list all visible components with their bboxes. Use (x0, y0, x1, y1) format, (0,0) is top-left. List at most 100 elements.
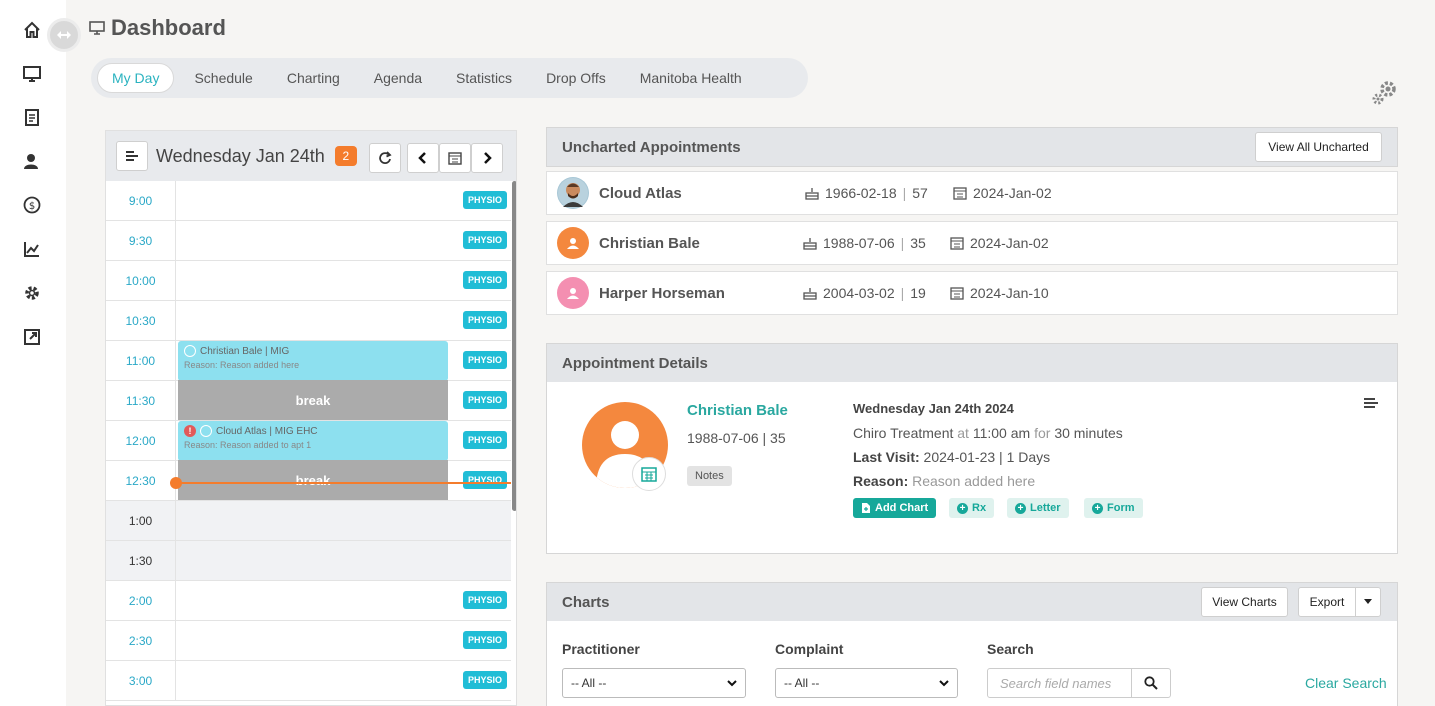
view-charts-button[interactable]: View Charts (1201, 587, 1288, 617)
caret-down-icon (1364, 599, 1372, 604)
letter-button[interactable]: + Letter (1007, 498, 1069, 518)
uncharted-row[interactable]: Cloud Atlas 1966-02-18 | 57 2024-Jan-02 (546, 171, 1398, 215)
appointment-block[interactable]: ! Cloud Atlas | MIG EHC Reason: Reason ad… (178, 421, 448, 461)
slot-time: 3:00 (106, 661, 176, 700)
refresh-button[interactable] (369, 143, 401, 173)
cake-icon (803, 288, 817, 300)
date-value: 2024-Jan-02 (970, 235, 1049, 251)
monitor-icon (89, 21, 105, 35)
tab-manitoba-health[interactable]: Manitoba Health (626, 64, 756, 92)
physio-tag: PHYSIO (462, 311, 507, 329)
physio-tag: PHYSIO (462, 471, 507, 489)
plus-circle-icon: + (1015, 502, 1026, 514)
home-icon[interactable] (22, 20, 42, 40)
slot-time: 2:30 (106, 621, 176, 660)
uncharted-row[interactable]: Harper Horseman 2004-03-02 | 19 2024-Jan-1… (546, 271, 1398, 315)
clipboard-icon[interactable] (22, 107, 42, 127)
user-icon (567, 288, 579, 299)
left-rail: $ (0, 0, 66, 706)
appointment-summary: Chiro Treatment at 11:00 am for 30 minut… (853, 425, 1123, 441)
appointment-date: 2024-Jan-02 (950, 235, 1049, 251)
time-slot[interactable]: 3:00 PHYSIO (106, 661, 511, 701)
chevron-down-icon (939, 679, 949, 686)
avatar (557, 177, 589, 209)
settings-gears-icon[interactable] (1370, 78, 1400, 108)
break-block[interactable]: break (178, 380, 448, 420)
physio-tag: PHYSIO (462, 191, 507, 209)
plus-circle-icon: + (957, 502, 968, 514)
add-chart-button[interactable]: Add Chart (853, 498, 937, 518)
last-visit-value: 2024-01-23 | 1 Days (923, 449, 1051, 465)
time-slot[interactable]: 10:00 PHYSIO (106, 261, 511, 301)
notes-button[interactable]: Notes (687, 466, 732, 486)
physio-tag: PHYSIO (462, 231, 507, 249)
rx-button[interactable]: + Rx (949, 498, 995, 518)
tab-schedule[interactable]: Schedule (180, 64, 266, 92)
view-all-uncharted-button[interactable]: View All Uncharted (1255, 132, 1382, 162)
patient-name-link[interactable]: Christian Bale (687, 402, 788, 419)
rail-toggle-button[interactable] (47, 18, 81, 52)
reason-value: Reason added here (912, 473, 1036, 489)
monitor-icon[interactable] (22, 64, 42, 84)
clear-search-link[interactable]: Clear Search (1305, 675, 1387, 691)
uncharted-row[interactable]: Christian Bale 1988-07-06 | 35 2024-Jan-02 (546, 221, 1398, 265)
physio-tag: PHYSIO (462, 631, 507, 649)
schedule-button[interactable] (632, 457, 666, 491)
slot-time: 11:00 (106, 341, 176, 380)
export-dropdown-button[interactable] (1355, 587, 1381, 617)
svg-text:$: $ (29, 201, 35, 212)
dollar-icon[interactable]: $ (22, 195, 42, 215)
tab-agenda[interactable]: Agenda (360, 64, 436, 92)
calendar-menu-button[interactable] (116, 141, 148, 171)
form-button[interactable]: + Form (1084, 498, 1143, 518)
time-slot-unavailable: 1:00 (106, 501, 511, 541)
slot-time: 12:00 (106, 421, 176, 460)
patient-name[interactable]: Christian Bale (599, 235, 700, 252)
date-value: 2024-Jan-02 (973, 185, 1052, 201)
tab-charting[interactable]: Charting (273, 64, 354, 92)
date-picker-button[interactable] (439, 143, 471, 173)
tab-drop-offs[interactable]: Drop Offs (532, 64, 620, 92)
alert-icon: ! (184, 425, 196, 437)
chevron-down-icon (727, 679, 737, 686)
chart-icon[interactable] (22, 239, 42, 259)
rx-label: Rx (972, 502, 987, 514)
page-title-text: Dashboard (111, 15, 226, 40)
time-slot[interactable]: 2:30 PHYSIO (106, 621, 511, 661)
tab-my-day[interactable]: My Day (97, 63, 175, 93)
export-button[interactable]: Export (1298, 587, 1356, 617)
slot-time: 10:30 (106, 301, 176, 340)
search-input[interactable]: Search field names (987, 668, 1132, 698)
chevron-left-icon (418, 152, 426, 164)
appointment-block[interactable]: Christian Bale | MIG Reason: Reason adde… (178, 341, 448, 381)
time-slot[interactable]: 9:00 PHYSIO (106, 181, 511, 221)
practitioner-label: Practitioner (562, 641, 640, 657)
prev-day-button[interactable] (407, 143, 439, 173)
calendar-scrollbar[interactable] (512, 181, 516, 511)
time-slot[interactable]: 10:30 PHYSIO (106, 301, 511, 341)
form-label: Form (1107, 502, 1135, 514)
search-button[interactable] (1131, 668, 1171, 698)
charts-body: Practitioner -- All -- Complaint -- All … (546, 621, 1398, 706)
appointment-duration: 30 minutes (1054, 425, 1123, 441)
calendar-icon (953, 187, 967, 200)
practitioner-select[interactable]: -- All -- (562, 668, 746, 698)
appointment-time: 11:00 am (972, 425, 1031, 441)
time-slot[interactable]: 2:00 PHYSIO (106, 581, 511, 621)
slot-time: 2:00 (106, 581, 176, 620)
slot-time: 1:00 (106, 501, 176, 540)
tab-statistics[interactable]: Statistics (442, 64, 526, 92)
break-block[interactable]: break (178, 460, 448, 500)
letter-label: Letter (1030, 502, 1061, 514)
patient-name[interactable]: Cloud Atlas (599, 185, 682, 202)
next-day-button[interactable] (471, 143, 503, 173)
external-link-icon[interactable] (22, 327, 42, 347)
time-slot[interactable]: 9:30 PHYSIO (106, 221, 511, 261)
details-menu-icon[interactable] (1363, 397, 1379, 409)
cake-icon (805, 188, 819, 200)
patient-name[interactable]: Harper Horseman (599, 285, 725, 302)
users-icon[interactable] (22, 151, 42, 171)
complaint-select[interactable]: -- All -- (775, 668, 958, 698)
file-plus-icon (862, 503, 870, 513)
gear-icon[interactable] (22, 283, 42, 303)
